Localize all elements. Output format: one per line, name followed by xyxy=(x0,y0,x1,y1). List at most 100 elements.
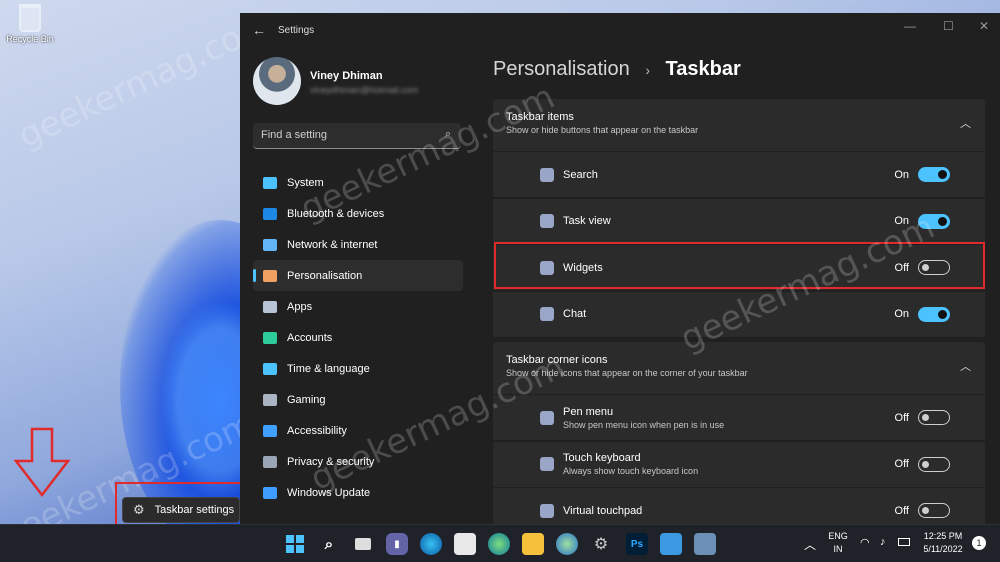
taskbar: ⌕ ▮ ⚙ Ps ︿ ENG IN ◠ ♪ 12:25 PM 5/11/2022… xyxy=(0,524,1000,562)
sidebar-item-accounts[interactable]: Accounts xyxy=(253,322,463,353)
edge-dev-icon[interactable] xyxy=(488,533,510,555)
setting-row-pen-menu: Pen menu Show pen menu icon when pen is i… xyxy=(493,395,985,440)
setting-row-task-view: Task view On xyxy=(493,198,985,244)
language-indicator[interactable]: ENG IN xyxy=(826,531,850,554)
maximize-icon[interactable]: ☐ xyxy=(943,19,954,33)
sidebar-item-label: Accounts xyxy=(287,331,333,344)
network-app-icon[interactable] xyxy=(694,533,716,555)
search-icon: ⌕ xyxy=(444,128,451,140)
sidebar-item-label: Windows Update xyxy=(287,486,371,499)
title-bar: ← Settings — ☐ ✕ xyxy=(240,13,1000,47)
toggle-switch[interactable] xyxy=(918,306,950,322)
close-icon[interactable]: ✕ xyxy=(979,19,989,33)
setting-row-chat: Chat On xyxy=(493,291,985,337)
sidebar-item-label: Time & language xyxy=(287,362,370,375)
sidebar-item-personalisation[interactable]: Personalisation xyxy=(253,260,463,291)
store-icon[interactable] xyxy=(454,533,476,555)
chevron-up-icon[interactable]: ︿ xyxy=(804,536,816,553)
sidebar-item-label: Bluetooth & devices xyxy=(287,207,385,220)
apps-icon xyxy=(263,300,277,313)
region-code: IN xyxy=(833,544,843,554)
clock[interactable]: 12:25 PM 5/11/2022 xyxy=(918,531,968,554)
sidebar-item-label: Personalisation xyxy=(287,269,363,282)
user-profile[interactable]: Viney Dhiman vineydhiman@hotmail.com xyxy=(253,57,463,107)
sidebar-item-label: Network & internet xyxy=(287,238,378,251)
notification-badge[interactable]: 1 xyxy=(972,536,986,550)
corner-icons-header[interactable]: Taskbar corner icons Show or hide icons … xyxy=(493,342,985,394)
settings-gear-icon[interactable]: ⚙ xyxy=(590,533,612,555)
sidebar-item-gaming[interactable]: Gaming xyxy=(253,384,463,415)
taskbar-settings-menu-item[interactable]: ⚙ Taskbar settings xyxy=(122,497,240,523)
wifi-icon[interactable]: ◠ xyxy=(860,536,870,549)
taskbar-items-header[interactable]: Taskbar items Show or hide buttons that … xyxy=(493,99,985,151)
setting-label: Search xyxy=(563,168,598,181)
recycle-bin-graphic xyxy=(19,4,41,32)
breadcrumb-parent[interactable]: Personalisation xyxy=(493,58,630,80)
search-placeholder: Find a setting xyxy=(261,129,328,141)
task-view-icon[interactable] xyxy=(352,533,374,555)
recycle-bin-label: Recycle Bin xyxy=(6,34,54,44)
profile-name: Viney Dhiman xyxy=(310,70,383,82)
sidebar-item-label: Gaming xyxy=(287,393,326,406)
gear-icon: ⚙ xyxy=(133,502,145,517)
setting-label: Virtual touchpad xyxy=(563,504,643,517)
toggle-state-label: On xyxy=(894,308,909,320)
taskbar-items-subtitle: Show or hide buttons that appear on the … xyxy=(506,125,699,135)
toggle-switch[interactable] xyxy=(918,167,950,182)
browser-icon[interactable] xyxy=(556,533,578,555)
chevron-up-icon[interactable]: ︿ xyxy=(960,358,971,374)
search-input[interactable]: Find a setting ⌕ xyxy=(253,123,461,149)
photoshop-icon[interactable]: Ps xyxy=(626,533,648,555)
pen-icon xyxy=(540,410,554,425)
sidebar-item-label: Accessibility xyxy=(287,424,347,437)
update-icon xyxy=(263,486,277,499)
toggle-switch[interactable] xyxy=(918,410,950,425)
toggle-state-label: Off xyxy=(894,504,909,517)
start-icon[interactable] xyxy=(284,533,306,555)
sidebar-item-network-internet[interactable]: Network & internet xyxy=(253,229,463,260)
toggle-state-label: Off xyxy=(894,458,909,470)
person-icon xyxy=(263,331,277,344)
sidebar-item-time-language[interactable]: Time & language xyxy=(253,353,463,384)
minimize-icon[interactable]: — xyxy=(904,19,916,33)
globe-clock-icon xyxy=(263,362,277,375)
sidebar-item-apps[interactable]: Apps xyxy=(253,291,463,322)
file-explorer-icon[interactable] xyxy=(522,533,544,555)
window-title: Settings xyxy=(278,25,315,36)
setting-label: Task view xyxy=(563,215,611,227)
chat-icon[interactable]: ▮ xyxy=(386,533,408,555)
volume-icon[interactable]: ♪ xyxy=(880,536,886,548)
breadcrumb-separator: › xyxy=(645,62,650,78)
sidebar-item-system[interactable]: System xyxy=(253,167,463,198)
back-arrow-icon[interactable]: ← xyxy=(252,22,266,38)
toggle-switch[interactable] xyxy=(918,503,950,518)
corner-icons-subtitle: Show or hide icons that appear on the co… xyxy=(506,368,748,378)
avatar xyxy=(253,57,301,105)
recycle-bin-icon[interactable]: Recycle Bin xyxy=(6,4,54,44)
chevron-up-icon[interactable]: ︿ xyxy=(960,115,971,131)
setting-row-virtual-touchpad: Virtual touchpad Off xyxy=(493,488,985,524)
brush-icon xyxy=(263,269,277,282)
toggle-state-label: On xyxy=(894,168,909,181)
battery-icon[interactable] xyxy=(898,538,910,546)
time: 12:25 PM xyxy=(923,531,963,541)
edge-icon[interactable] xyxy=(420,533,442,555)
sidebar-item-privacy-security[interactable]: Privacy & security xyxy=(253,446,463,477)
sidebar-item-label: System xyxy=(287,176,324,189)
sidebar-item-windows-update[interactable]: Windows Update xyxy=(253,477,463,508)
monitor-icon xyxy=(263,176,277,189)
setting-description: Always show touch keyboard icon xyxy=(563,466,699,476)
sidebar-item-bluetooth-devices[interactable]: Bluetooth & devices xyxy=(253,198,463,229)
setting-label: Chat xyxy=(563,308,587,320)
toggle-state-label: Off xyxy=(894,411,909,424)
setting-label: Touch keyboard xyxy=(563,452,641,464)
setting-label: Pen menu xyxy=(563,405,614,418)
toggle-switch[interactable] xyxy=(918,213,950,229)
toggle-switch[interactable] xyxy=(918,456,950,472)
search-icon[interactable]: ⌕ xyxy=(318,533,340,555)
settings-window: ← Settings — ☐ ✕ Viney Dhiman vineydhima… xyxy=(240,13,1000,524)
app-icon[interactable] xyxy=(660,533,682,555)
sidebar-item-accessibility[interactable]: Accessibility xyxy=(253,415,463,446)
wifi-icon xyxy=(263,238,277,251)
setting-row-search: Search On xyxy=(493,152,985,197)
